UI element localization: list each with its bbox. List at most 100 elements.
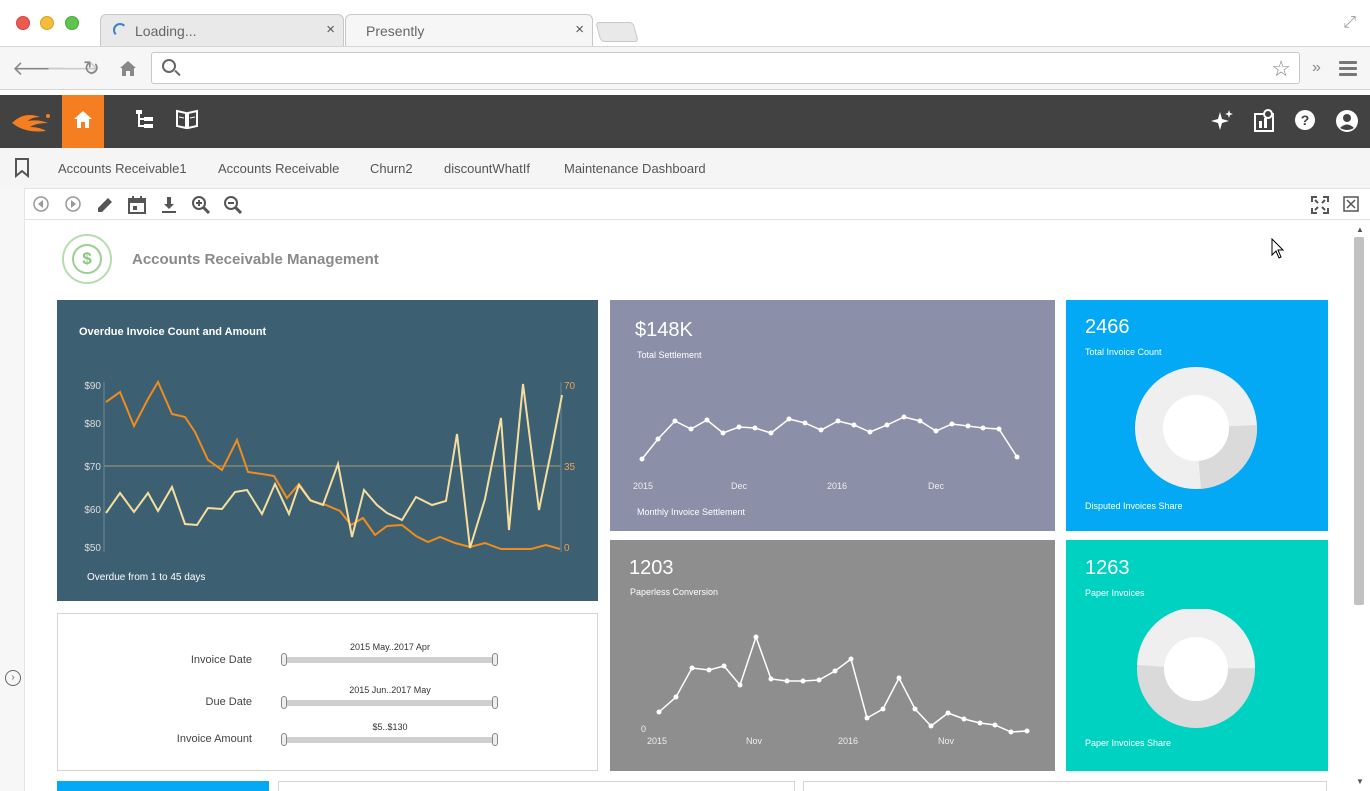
slider-handle-min[interactable]	[281, 733, 287, 746]
search-icon	[162, 59, 176, 73]
next-icon[interactable]	[65, 196, 81, 212]
calendar-icon[interactable]	[128, 196, 146, 214]
home-button[interactable]	[62, 95, 104, 148]
help-icon[interactable]: ?	[1294, 109, 1316, 131]
overflow-chevron-icon[interactable]: »	[1312, 59, 1321, 77]
close-dashboard-icon[interactable]	[1343, 196, 1359, 212]
loading-spinner-icon	[113, 23, 127, 37]
zoom-in-icon[interactable]	[192, 196, 210, 214]
vertical-scrollbar[interactable]: ▲ ▼	[1351, 221, 1370, 791]
book-icon[interactable]	[176, 109, 198, 129]
left-gutter: ›	[0, 188, 25, 791]
scroll-up-icon[interactable]: ▲	[1356, 225, 1364, 234]
fullscreen-dashboard-icon[interactable]	[1311, 196, 1329, 214]
scroll-thumb[interactable]	[1354, 237, 1364, 605]
bookmark-discountwhatif[interactable]: discountWhatIf	[444, 161, 530, 176]
user-icon[interactable]	[1335, 109, 1359, 133]
bottom-card[interactable]	[278, 781, 795, 791]
previous-icon[interactable]	[33, 196, 49, 212]
scroll-down-icon[interactable]: ▼	[1356, 777, 1364, 786]
bookmark-maintenance-dashboard[interactable]: Maintenance Dashboard	[564, 161, 706, 176]
zoom-out-icon[interactable]	[224, 196, 242, 214]
disputed-donut	[1135, 367, 1258, 489]
slider-handle-max[interactable]	[492, 696, 498, 709]
slider-handle-min[interactable]	[281, 696, 287, 709]
bookmark-churn2[interactable]: Churn2	[370, 161, 413, 176]
bookmark-star-icon[interactable]: ☆	[1271, 56, 1291, 82]
expand-panel-icon[interactable]: ›	[5, 670, 21, 686]
slider-handle-max[interactable]	[492, 733, 498, 746]
money-cycle-icon: $	[62, 234, 112, 284]
tab-close-icon[interactable]: ×	[575, 21, 584, 38]
close-window-button[interactable]	[16, 16, 30, 30]
bottom-card[interactable]	[803, 781, 1327, 791]
right-tick: 0	[564, 543, 570, 554]
right-tick: 70	[564, 381, 576, 392]
bookmark-accounts-receivable1[interactable]: Accounts Receivable1	[58, 161, 187, 176]
home-nav-icon[interactable]	[119, 60, 137, 77]
x-tick: 2016	[827, 481, 847, 491]
x-tick: Dec	[928, 481, 945, 491]
paperless-sparkline: 0 2015 Nov 2016 Nov	[641, 634, 1030, 746]
overdue-chart-card[interactable]: $90 $80 $70 $60 $50 70 35 0 Overdue Invo…	[57, 300, 598, 601]
y-tick: 0	[641, 724, 646, 734]
app-header: ?	[0, 95, 1370, 148]
left-tick: $60	[84, 505, 101, 516]
slider-range: 2015 May..2017 Apr	[350, 642, 430, 652]
edit-icon[interactable]	[96, 196, 114, 214]
tab-label: Loading...	[135, 23, 197, 39]
bottom-card-blue[interactable]	[57, 781, 269, 791]
tab-label: Presently	[366, 23, 425, 39]
address-bar[interactable]: ☆	[151, 52, 1300, 84]
due-date-slider[interactable]: 2015 Jun..2017 May	[281, 685, 498, 709]
dashboard-bookmarks-bar: Accounts Receivable1 Accounts Receivable…	[0, 148, 1370, 188]
invoice-amount-slider[interactable]: $5..$130	[281, 722, 498, 746]
invoice-count-card[interactable]: 2466 Total Invoice Count Disputed Invoic…	[1066, 300, 1328, 531]
slider-handle-max[interactable]	[492, 653, 498, 666]
x-tick: 2015	[647, 736, 667, 746]
fullscreen-icon[interactable]: ⤢	[1343, 14, 1356, 32]
invoice-date-slider[interactable]: 2015 May..2017 Apr	[281, 642, 498, 666]
x-tick: Dec	[731, 481, 748, 491]
right-tick: 35	[564, 462, 576, 473]
stats-icon[interactable]	[1253, 109, 1275, 133]
reload-icon[interactable]: ↻	[83, 56, 100, 81]
paper-invoices-value: 1263	[1085, 557, 1130, 579]
paper-invoices-label: Paper Invoices	[1085, 588, 1145, 598]
mouse-cursor-icon	[1271, 238, 1285, 259]
slider-range: $5..$130	[372, 722, 408, 732]
dashboard-canvas: $ Accounts Receivable Management $90 $80…	[26, 221, 1351, 791]
browser-menu-icon[interactable]	[1339, 61, 1357, 79]
slider-handle-min[interactable]	[281, 653, 287, 666]
maximize-window-button[interactable]	[65, 16, 79, 30]
left-tick: $70	[84, 462, 101, 473]
app-logo	[12, 114, 50, 132]
browser-tab-loading[interactable]: Loading... ×	[100, 14, 344, 46]
overdue-chart-svg[interactable]: $90 $80 $70 $60 $50 70 35 0	[57, 300, 598, 601]
paperless-conversion-card[interactable]: 1203 Paperless Conversion 0 2015 Nov 201…	[610, 540, 1055, 771]
sparkle-icon[interactable]	[1210, 109, 1234, 133]
overdue-chart-title: Overdue Invoice Count and Amount	[79, 326, 267, 338]
home-icon	[74, 111, 92, 128]
browser-tab-presently[interactable]: Presently ×	[345, 14, 593, 46]
disputed-share-label: Disputed Invoices Share	[1085, 501, 1183, 511]
x-tick: 2015	[633, 481, 653, 491]
minimize-window-button[interactable]	[40, 16, 54, 30]
invoice-date-label: Invoice Date	[190, 654, 252, 666]
paper-invoices-card[interactable]: 1263 Paper Invoices Paper Invoices Share	[1066, 540, 1328, 771]
left-tick: $80	[84, 419, 101, 430]
invoice-amount-label: Invoice Amount	[176, 733, 252, 745]
filter-panel: Invoice Date 2015 May..2017 Apr Due Date…	[57, 613, 598, 771]
slider-range: 2015 Jun..2017 May	[349, 685, 431, 695]
x-tick: Nov	[938, 736, 955, 746]
overdue-chart-subtitle: Overdue from 1 to 45 days	[87, 572, 206, 583]
settlement-sparkline: 2015 Dec 2016 Dec	[633, 414, 1020, 491]
download-icon[interactable]	[161, 196, 177, 214]
bookmark-accounts-receivable[interactable]: Accounts Receivable	[218, 161, 339, 176]
dashboard-toolbar	[25, 188, 1370, 220]
total-settlement-card[interactable]: $148K Total Settlement 2015 Dec 2016 Dec…	[610, 300, 1055, 531]
tab-close-icon[interactable]: ×	[326, 21, 335, 38]
bookmark-icon[interactable]	[14, 158, 30, 178]
tree-icon[interactable]	[135, 109, 155, 129]
new-tab-button[interactable]	[595, 22, 639, 42]
